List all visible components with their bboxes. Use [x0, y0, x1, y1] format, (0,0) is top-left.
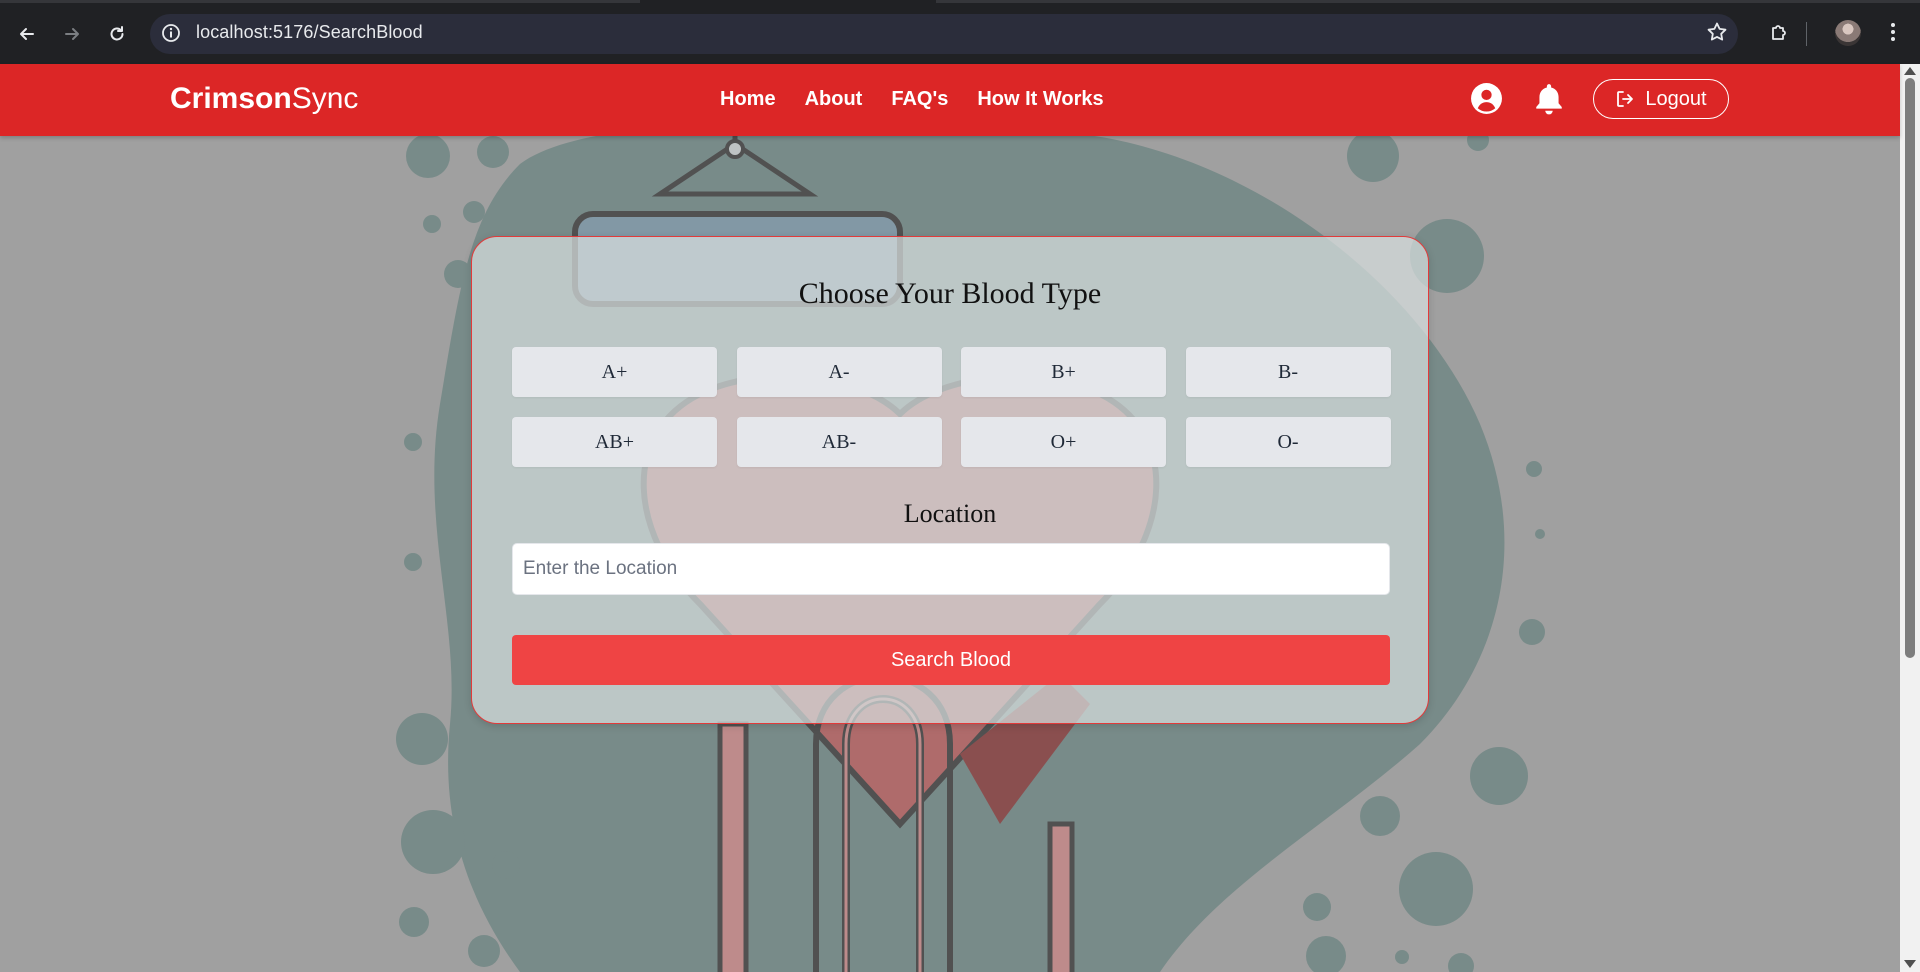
- reload-icon[interactable]: [101, 18, 133, 50]
- scroll-up-arrow-icon[interactable]: [1904, 67, 1916, 75]
- blood-type-ab-positive-button[interactable]: AB+: [512, 417, 717, 467]
- url-text[interactable]: localhost:5176/SearchBlood: [196, 22, 423, 43]
- blood-type-a-positive-button[interactable]: A+: [512, 347, 717, 397]
- site-info-icon[interactable]: [160, 22, 182, 49]
- blood-type-b-negative-button[interactable]: B-: [1185, 347, 1391, 397]
- scrollbar-thumb[interactable]: [1905, 78, 1915, 658]
- search-blood-card: Choose Your Blood Type A+ A- B+ B- AB+ A…: [471, 236, 1429, 724]
- profile-avatar[interactable]: [1835, 20, 1861, 46]
- logout-icon: [1617, 91, 1634, 107]
- blood-type-grid: A+ A- B+ B- AB+ AB- O+ O-: [512, 347, 1391, 467]
- blood-type-b-positive-button[interactable]: B+: [961, 347, 1166, 397]
- nav-link-how-it-works[interactable]: How It Works: [977, 88, 1103, 111]
- nav-links: Home About FAQ's How It Works: [720, 88, 1104, 111]
- nav-link-faqs[interactable]: FAQ's: [891, 88, 948, 111]
- location-label: Location: [903, 499, 997, 528]
- bookmark-star-icon[interactable]: [1705, 20, 1729, 49]
- search-blood-button[interactable]: Search Blood: [512, 635, 1390, 685]
- logout-button[interactable]: Logout: [1593, 79, 1729, 119]
- toolbar-divider: [1806, 22, 1807, 46]
- location-input[interactable]: [512, 543, 1390, 595]
- blood-type-o-negative-button[interactable]: O-: [1185, 417, 1391, 467]
- brand-logo[interactable]: CrimsonSync: [170, 82, 358, 116]
- browser-menu-icon[interactable]: [1889, 20, 1897, 49]
- nav-link-home[interactable]: Home: [720, 88, 776, 111]
- blood-type-ab-negative-button[interactable]: AB-: [736, 417, 942, 467]
- card-title: Choose Your Blood Type: [798, 277, 1102, 310]
- back-arrow-icon[interactable]: [11, 18, 43, 50]
- active-tab[interactable]: [640, 0, 936, 3]
- browser-toolbar: localhost:5176/SearchBlood: [0, 0, 1920, 64]
- site-navbar: CrimsonSync Home About FAQ's How It Work…: [0, 64, 1900, 136]
- brand-name-light: Sync: [291, 82, 359, 115]
- extensions-icon[interactable]: [1768, 20, 1792, 49]
- nav-link-about[interactable]: About: [805, 88, 863, 111]
- blood-type-o-positive-button[interactable]: O+: [961, 417, 1166, 467]
- tab-strip: [0, 0, 1920, 3]
- user-circle-icon[interactable]: [1470, 82, 1503, 120]
- bell-icon[interactable]: [1534, 82, 1564, 121]
- scroll-down-arrow-icon[interactable]: [1904, 960, 1916, 968]
- logout-label: Logout: [1645, 87, 1707, 110]
- brand-name-bold: Crimson: [170, 82, 292, 115]
- blood-type-a-negative-button[interactable]: A-: [736, 347, 942, 397]
- forward-arrow-icon[interactable]: [56, 18, 88, 50]
